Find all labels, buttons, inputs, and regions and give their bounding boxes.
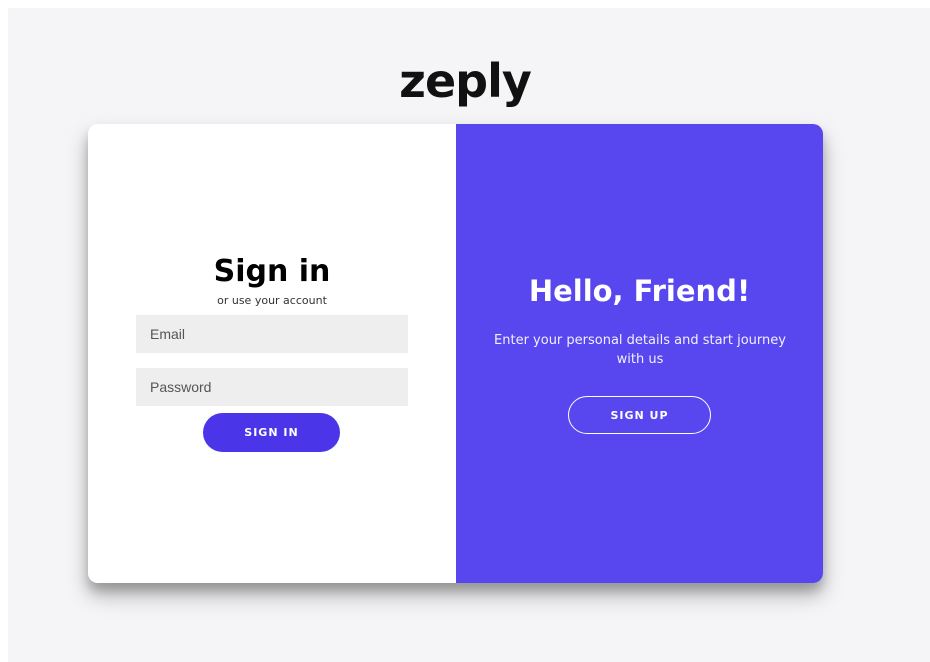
signin-title: Sign in (213, 254, 331, 289)
welcome-panel: Hello, Friend! Enter your personal detai… (456, 124, 823, 583)
signin-subtitle: or use your account (217, 294, 327, 307)
welcome-title: Hello, Friend! (528, 274, 751, 308)
email-field[interactable] (136, 315, 408, 353)
signin-button[interactable]: SIGN IN (203, 413, 340, 452)
brand-logo: zeply (399, 54, 532, 108)
welcome-text: Enter your personal details and start jo… (494, 333, 786, 367)
signin-panel: Sign in or use your account SIGN IN (88, 124, 456, 583)
password-field[interactable] (136, 368, 408, 406)
auth-card: Sign in or use your account SIGN IN Hell… (88, 124, 823, 583)
signup-button[interactable]: SIGN UP (568, 396, 711, 434)
